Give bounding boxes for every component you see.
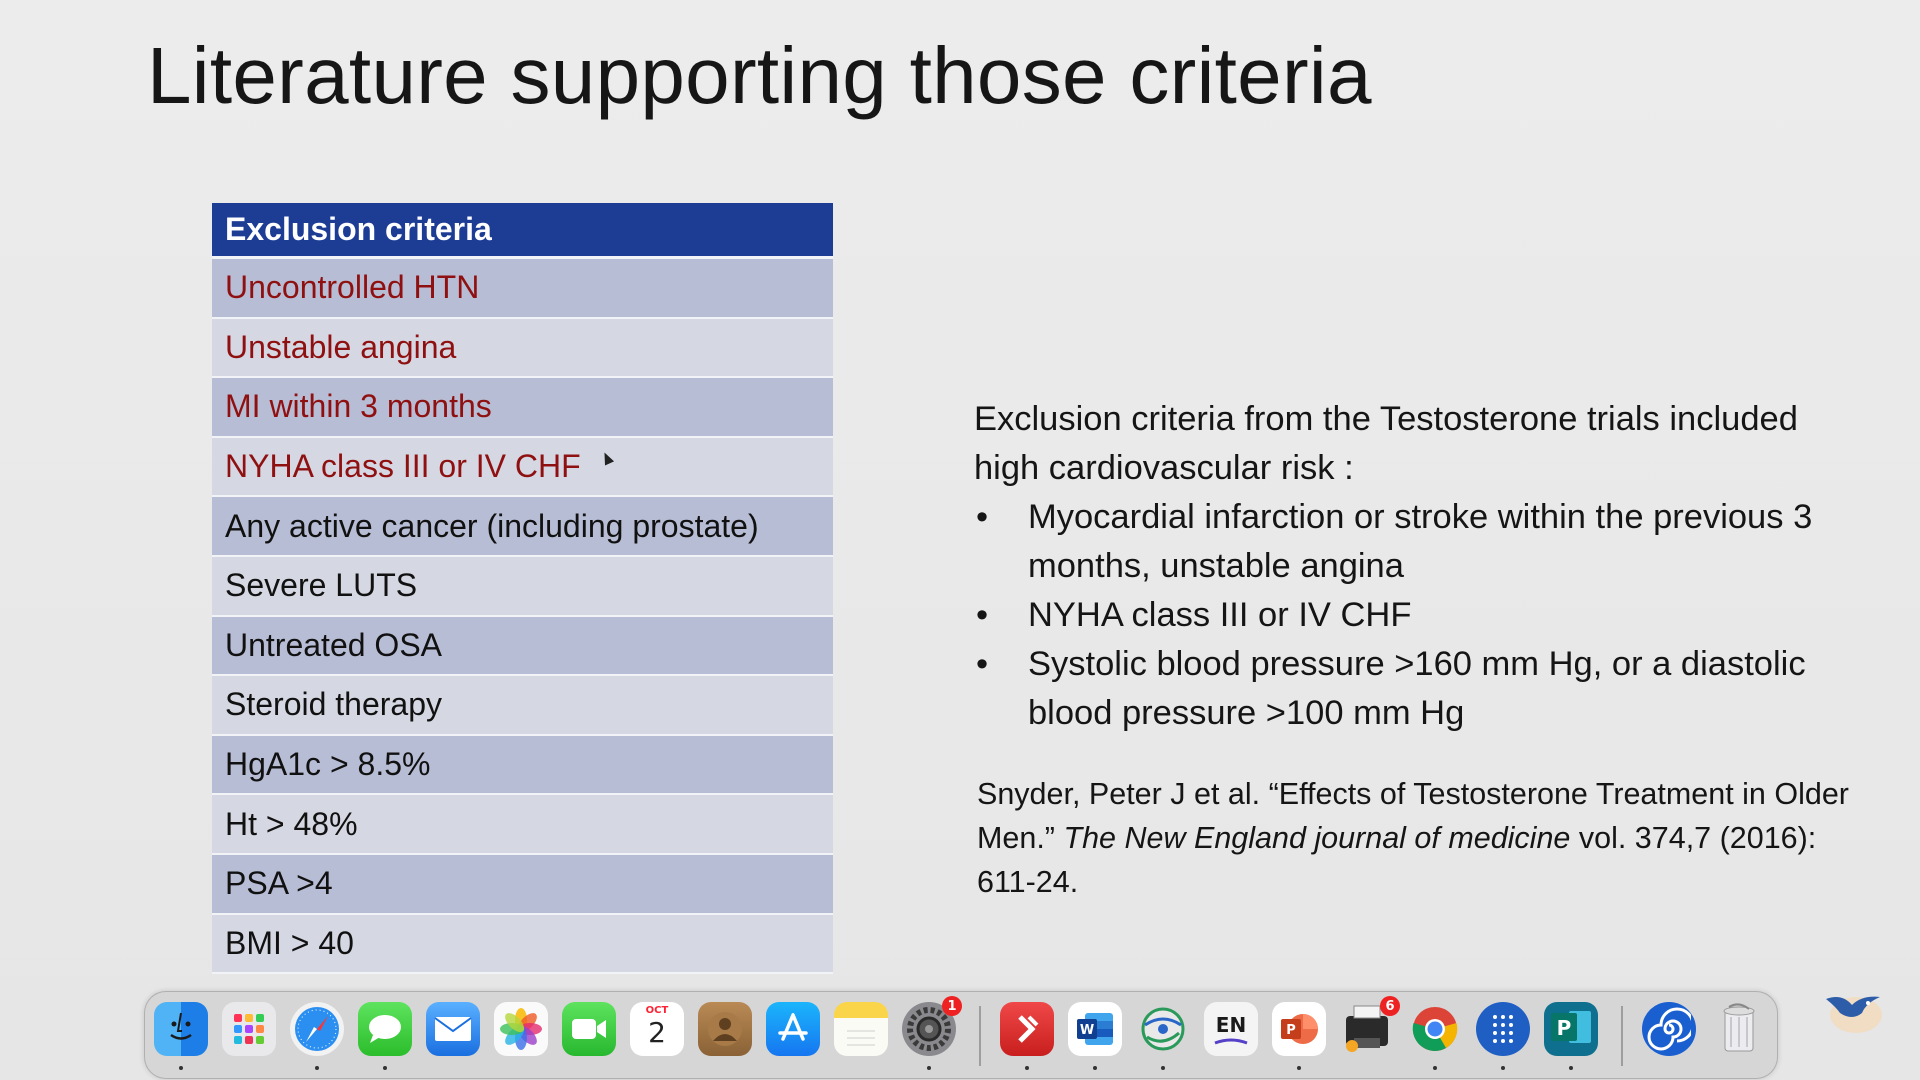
exclusion-criteria-table: Exclusion criteria Uncontrolled HTN Unst… [212, 203, 833, 975]
summary-bullet: Myocardial infarction or stroke within t… [974, 493, 1874, 591]
dock: OCT 2 1 W EN P 6 P [144, 991, 1778, 1079]
running-indicator [1501, 1066, 1505, 1070]
running-indicator [927, 1066, 931, 1070]
table-row: Untreated OSA [212, 616, 833, 677]
system-settings-icon[interactable]: 1 [902, 996, 962, 1056]
summary-bullet: NYHA class III or IV CHF [974, 591, 1874, 640]
table-row: HgA1c > 8.5% [212, 735, 833, 796]
svg-text:P: P [1286, 1023, 1296, 1038]
table-row: Unstable angina [212, 318, 833, 379]
spiral-app-icon[interactable] [1642, 1002, 1696, 1056]
citation: Snyder, Peter J et al. “Effects of Testo… [977, 772, 1877, 904]
running-indicator [1297, 1066, 1301, 1070]
summary-intro-line-2: high cardiovascular risk : [974, 449, 1354, 487]
summary-text: Exclusion criteria from the Testosterone… [974, 395, 1874, 738]
running-indicator [315, 1066, 319, 1070]
photos-icon[interactable] [494, 1002, 548, 1056]
dock-separator [1621, 1006, 1623, 1066]
printer-icon[interactable]: 6 [1340, 996, 1400, 1056]
running-indicator [1025, 1066, 1029, 1070]
network-icon[interactable] [1136, 1002, 1190, 1056]
remote-desktop-icon[interactable] [1000, 1002, 1054, 1056]
table-row: NYHA class III or IV CHF [212, 437, 833, 498]
input-source-label: EN [1215, 1013, 1247, 1037]
running-indicator [179, 1066, 183, 1070]
notes-icon[interactable] [834, 1002, 888, 1056]
messages-icon[interactable] [358, 1002, 412, 1056]
trash-icon[interactable] [1712, 1002, 1766, 1056]
bird-logo-icon [1822, 985, 1886, 1039]
running-indicator [383, 1066, 387, 1070]
summary-bullet: Systolic blood pressure >160 mm Hg, or a… [974, 640, 1874, 738]
dots-app-icon[interactable] [1476, 1002, 1530, 1056]
table-row: Steroid therapy [212, 676, 833, 736]
running-indicator [1093, 1066, 1097, 1070]
running-indicator [1161, 1066, 1165, 1070]
table-row: Severe LUTS [212, 556, 833, 617]
dock-separator [979, 1006, 981, 1066]
launchpad-icon[interactable] [222, 1002, 276, 1056]
slide: Literature supporting those criteria Exc… [0, 0, 1920, 1080]
table-row: Uncontrolled HTN [212, 259, 833, 319]
table-row: Ht > 48% [212, 795, 833, 855]
slide-title: Literature supporting those criteria [147, 31, 1372, 120]
mail-icon[interactable] [426, 1002, 480, 1056]
calendar-day: 2 [648, 1016, 666, 1049]
powerpoint-icon[interactable]: P [1272, 1002, 1326, 1056]
finder-icon[interactable] [154, 1002, 208, 1056]
chrome-icon[interactable] [1408, 1002, 1462, 1056]
summary-bullet-list: Myocardial infarction or stroke within t… [974, 493, 1874, 738]
calendar-icon[interactable]: OCT 2 [630, 1002, 684, 1056]
table-row: Any active cancer (including prostate) [212, 497, 833, 557]
svg-text:W: W [1080, 1023, 1094, 1038]
summary-intro-line-1: Exclusion criteria from the Testosterone… [974, 400, 1798, 438]
input-source-icon[interactable]: EN [1204, 1002, 1258, 1056]
running-indicator [1569, 1066, 1573, 1070]
table-row: MI within 3 months [212, 378, 833, 438]
facetime-icon[interactable] [562, 1002, 616, 1056]
running-indicator [1433, 1066, 1437, 1070]
safari-icon[interactable] [290, 1002, 344, 1056]
table-row: BMI > 40 [212, 914, 833, 975]
contacts-icon[interactable] [698, 1002, 752, 1056]
word-icon[interactable]: W [1068, 1002, 1122, 1056]
app-store-icon[interactable] [766, 1002, 820, 1056]
publisher-icon[interactable]: P [1544, 1002, 1598, 1056]
notification-badge: 6 [1380, 996, 1400, 1016]
svg-text:P: P [1557, 1016, 1572, 1040]
citation-journal: The New England journal of medicine [1063, 821, 1571, 855]
notification-badge: 1 [942, 996, 962, 1016]
table-header: Exclusion criteria [212, 203, 833, 259]
table-row: PSA >4 [212, 854, 833, 915]
